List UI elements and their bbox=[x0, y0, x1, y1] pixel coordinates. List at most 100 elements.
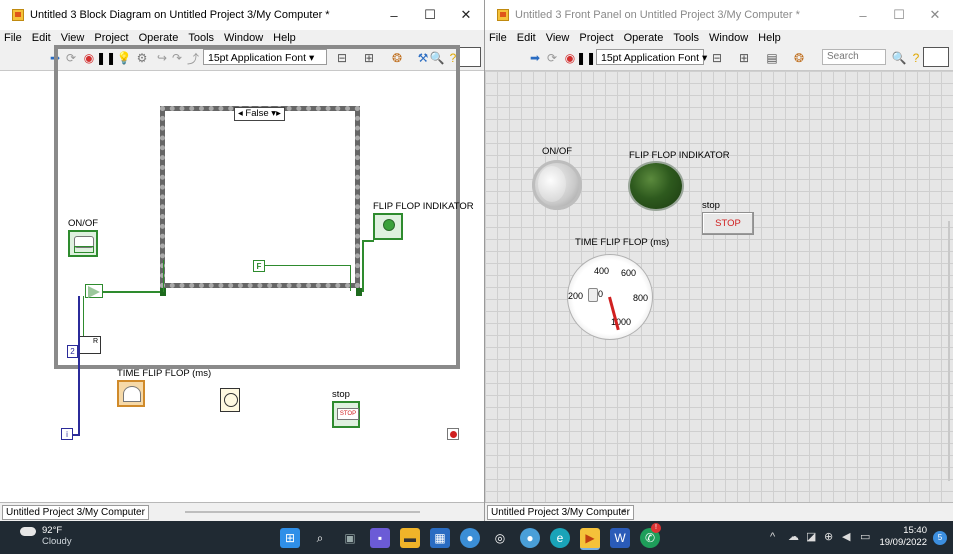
menu-help[interactable]: Help bbox=[273, 32, 296, 44]
wait-ms-function[interactable] bbox=[220, 388, 240, 412]
distribute-objects-icon[interactable]: ⊞ bbox=[737, 51, 751, 65]
run-arrow-icon[interactable]: ➡ bbox=[528, 51, 542, 65]
boolean-wire[interactable] bbox=[103, 291, 163, 293]
help-icon[interactable]: ? bbox=[909, 51, 923, 65]
case-selector[interactable]: ◂ False ▾▸ bbox=[234, 107, 285, 121]
menu-file[interactable]: File bbox=[489, 32, 507, 44]
vertical-scrollbar[interactable] bbox=[948, 221, 950, 481]
search-icon[interactable]: ⌕ bbox=[310, 528, 330, 548]
notification-badge[interactable]: 5 bbox=[933, 531, 947, 545]
teams-icon[interactable]: ▪ bbox=[370, 528, 390, 548]
bd-titlebar[interactable]: Untitled 3 Block Diagram on Untitled Pro… bbox=[0, 0, 484, 30]
app-icon[interactable]: ● bbox=[460, 528, 480, 548]
app-icon[interactable]: ◎ bbox=[490, 528, 510, 548]
menu-operate[interactable]: Operate bbox=[139, 32, 179, 44]
bd-window-title: Untitled 3 Block Diagram on Untitled Pro… bbox=[30, 9, 330, 21]
weather-widget[interactable]: 92°F Cloudy bbox=[20, 525, 72, 547]
fp-titlebar[interactable]: Untitled 3 Front Panel on Untitled Proje… bbox=[485, 0, 953, 30]
search-input[interactable]: Search bbox=[822, 49, 886, 65]
onof-label: ON/OF bbox=[542, 146, 573, 157]
resize-objects-icon[interactable]: ▤ bbox=[765, 51, 779, 65]
clock[interactable]: 15:40 19/09/2022 bbox=[879, 525, 927, 549]
onof-terminal[interactable] bbox=[68, 230, 98, 257]
menu-tools[interactable]: Tools bbox=[188, 32, 214, 44]
menu-view[interactable]: View bbox=[61, 32, 85, 44]
iteration-terminal[interactable]: i bbox=[61, 428, 73, 440]
maximize-button[interactable]: ☐ bbox=[881, 0, 917, 30]
time-flipflop-terminal[interactable] bbox=[117, 380, 145, 407]
project-context[interactable]: Untitled Project 3/My Computer bbox=[487, 505, 634, 520]
start-icon[interactable]: ⊞ bbox=[280, 528, 300, 548]
iteration-wire-h[interactable] bbox=[73, 434, 80, 436]
pause-icon[interactable]: ❚❚ bbox=[576, 51, 596, 65]
search-icon[interactable]: 🔍 bbox=[892, 51, 907, 65]
loop-condition-terminal[interactable] bbox=[447, 428, 459, 440]
front-panel-canvas[interactable] bbox=[485, 71, 953, 503]
case-inner-wire[interactable] bbox=[265, 265, 351, 266]
onedrive-icon[interactable]: ☁ bbox=[788, 530, 799, 543]
remainder-wire[interactable] bbox=[83, 296, 84, 336]
run-continuous-icon[interactable]: ⟳ bbox=[545, 51, 559, 65]
minimize-button[interactable]: – bbox=[845, 0, 881, 30]
volume-icon[interactable]: ◀ bbox=[842, 530, 850, 543]
close-button[interactable]: ✕ bbox=[917, 0, 953, 30]
menu-project[interactable]: Project bbox=[579, 32, 613, 44]
store-icon[interactable]: ▦ bbox=[430, 528, 450, 548]
case-inner-wire-v[interactable] bbox=[350, 265, 351, 291]
stop-label: stop bbox=[702, 200, 720, 211]
indicator-wire-h[interactable] bbox=[362, 240, 374, 242]
menu-operate[interactable]: Operate bbox=[624, 32, 664, 44]
indicator-wire[interactable] bbox=[362, 240, 364, 292]
chevron-up-icon[interactable]: ^ bbox=[770, 531, 775, 543]
menu-file[interactable]: File bbox=[4, 32, 22, 44]
horizontal-scrollbar[interactable] bbox=[185, 511, 420, 513]
weather-desc: Cloudy bbox=[42, 536, 72, 547]
menu-edit[interactable]: Edit bbox=[517, 32, 536, 44]
gauge-tick-0: 0 bbox=[598, 289, 604, 299]
menu-edit[interactable]: Edit bbox=[32, 32, 51, 44]
menu-project[interactable]: Project bbox=[94, 32, 128, 44]
stop-button[interactable]: STOP bbox=[702, 212, 754, 235]
numeric-constant[interactable]: 2 bbox=[67, 345, 78, 358]
notification-dot: ! bbox=[651, 523, 661, 533]
flipflop-indikator-terminal[interactable] bbox=[373, 213, 403, 240]
close-button[interactable]: ✕ bbox=[448, 0, 484, 30]
project-context[interactable]: Untitled Project 3/My Computer bbox=[2, 505, 149, 520]
gauge-knob-grip[interactable] bbox=[588, 288, 598, 302]
align-objects-icon[interactable]: ⊟ bbox=[710, 51, 724, 65]
abort-icon[interactable]: ◉ bbox=[563, 51, 577, 65]
stop-terminal[interactable]: STOP bbox=[332, 401, 360, 428]
scroll-left-icon[interactable]: ◂ bbox=[621, 505, 626, 516]
iteration-wire[interactable] bbox=[78, 296, 80, 436]
language-icon[interactable]: ⊕ bbox=[824, 530, 833, 543]
font-selector[interactable]: 15pt Application Font ▾ bbox=[596, 49, 707, 65]
quotient-remainder-function[interactable]: R bbox=[79, 336, 101, 354]
menu-window[interactable]: Window bbox=[224, 32, 263, 44]
stop-label: stop bbox=[332, 389, 350, 400]
time-flipflop-label: TIME FLIP FLOP (ms) bbox=[117, 368, 212, 379]
connector-pane-icon[interactable] bbox=[923, 47, 949, 67]
onof-button[interactable] bbox=[532, 160, 582, 210]
file-explorer-icon[interactable]: ▬ bbox=[400, 528, 420, 548]
maximize-button[interactable]: ☐ bbox=[412, 0, 448, 30]
menu-window[interactable]: Window bbox=[709, 32, 748, 44]
minimize-button[interactable]: – bbox=[376, 0, 412, 30]
menu-tools[interactable]: Tools bbox=[673, 32, 699, 44]
gauge-tick-800: 800 bbox=[633, 293, 649, 303]
onof-label: ON/OF bbox=[68, 218, 99, 229]
false-constant[interactable]: F bbox=[253, 260, 265, 272]
edge-icon[interactable]: e bbox=[550, 528, 570, 548]
not-function[interactable] bbox=[85, 284, 103, 298]
app-icon[interactable]: ● bbox=[520, 528, 540, 548]
menu-view[interactable]: View bbox=[546, 32, 570, 44]
selector-wire[interactable] bbox=[163, 260, 164, 292]
battery-icon[interactable]: ▭ bbox=[860, 530, 870, 543]
labview-taskbar-icon[interactable]: ▶ bbox=[580, 528, 600, 550]
menu-help[interactable]: Help bbox=[758, 32, 781, 44]
gauge-tick-200: 200 bbox=[568, 291, 584, 301]
tray-app-icon[interactable]: ◪ bbox=[806, 530, 816, 543]
word-icon[interactable]: W bbox=[610, 528, 630, 548]
task-view-icon[interactable]: ▣ bbox=[340, 528, 360, 548]
vi-icon[interactable] bbox=[459, 47, 481, 67]
reorder-icon[interactable]: ❂ bbox=[792, 51, 806, 65]
